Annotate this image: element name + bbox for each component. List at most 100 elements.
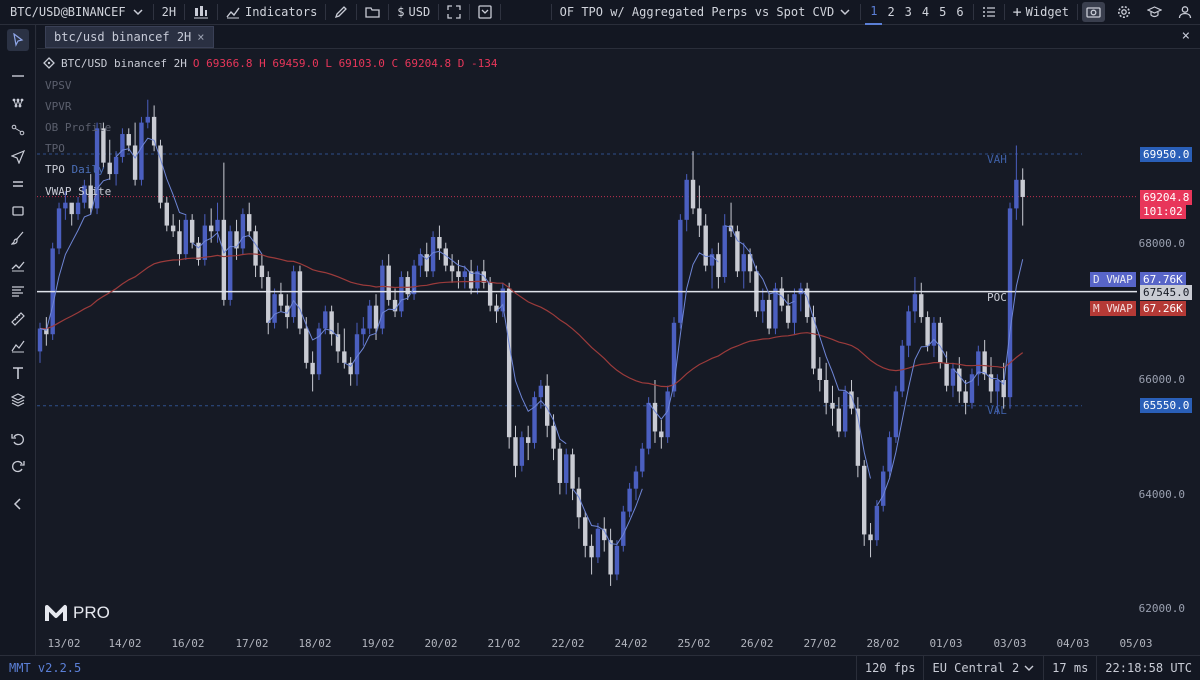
- candle-body: [1020, 179, 1025, 197]
- horizontal-line-tool[interactable]: [7, 65, 29, 87]
- chevron-down-icon: [840, 9, 850, 16]
- interval-selector[interactable]: 2H: [154, 0, 184, 25]
- candle-body: [373, 305, 379, 329]
- education-button[interactable]: [1139, 0, 1170, 25]
- redo-button[interactable]: [7, 455, 29, 477]
- save-button[interactable]: [470, 0, 500, 25]
- currency-selector[interactable]: $ USD: [389, 0, 438, 25]
- layers-tool[interactable]: [7, 389, 29, 411]
- indicator-ob-profile[interactable]: OB Profile: [45, 121, 111, 134]
- candle-body: [183, 219, 189, 255]
- layout-2[interactable]: 2: [882, 0, 899, 25]
- time-axis-label: 16/02: [171, 637, 205, 650]
- indicator-vpsv[interactable]: VPSV: [45, 79, 72, 92]
- indicator-vwap-suite[interactable]: VWAP Suite: [45, 185, 111, 198]
- close-tab-icon[interactable]: ×: [197, 30, 204, 44]
- settings-button[interactable]: [1109, 0, 1139, 25]
- candle-body: [836, 408, 842, 432]
- cursor-tool[interactable]: [7, 29, 29, 51]
- candle-body: [931, 322, 937, 346]
- time-axis-label: 03/03: [993, 637, 1027, 650]
- candle-body: [525, 437, 531, 443]
- brush-tool[interactable]: [7, 227, 29, 249]
- layout-4[interactable]: 4: [917, 0, 934, 25]
- layout-5[interactable]: 5: [934, 0, 951, 25]
- candle-body: [228, 231, 233, 300]
- candle-body: [139, 122, 144, 180]
- text-tool[interactable]: [7, 362, 29, 384]
- time-axis-label: 19/02: [361, 637, 395, 650]
- time-axis-label: 14/02: [108, 637, 142, 650]
- nodes-tool[interactable]: [7, 92, 29, 114]
- top-toolbar: BTC/USD@BINANCEF 2H Indicators $ USD OF …: [0, 0, 1200, 25]
- parallel-lines-tool[interactable]: [7, 173, 29, 195]
- candle-body: [595, 528, 601, 558]
- indicator-vpvr[interactable]: VPVR: [45, 100, 72, 113]
- low-label: L: [325, 56, 332, 70]
- region-selector[interactable]: EU Central 2: [923, 655, 1043, 680]
- candle-body: [1007, 208, 1013, 398]
- diamond-logo-icon: [43, 57, 55, 69]
- close-window-icon[interactable]: ×: [1182, 28, 1190, 44]
- time-axis-label: 24/02: [614, 637, 648, 650]
- candle-body: [386, 265, 391, 300]
- layout-1[interactable]: 1: [865, 0, 883, 25]
- time-axis-label: 13/02: [47, 637, 81, 650]
- vah-label: VAH: [987, 153, 1007, 166]
- time-axis-label: 27/02: [803, 637, 837, 650]
- arrow-tool[interactable]: [7, 146, 29, 168]
- ohlc-line: BTC/USD binancef 2H O 69366.8 H 69459.0 …: [43, 56, 498, 70]
- close-value: 69204.8: [404, 56, 452, 70]
- price-chart[interactable]: [37, 50, 1200, 655]
- indicator-tpo[interactable]: TPO: [45, 142, 65, 155]
- time-axis-label: 22/02: [551, 637, 585, 650]
- chart-area[interactable]: BTC/USD binancef 2H O 69366.8 H 69459.0 …: [37, 50, 1200, 655]
- candle-body: [361, 328, 366, 335]
- trend-line-tool[interactable]: [7, 119, 29, 141]
- candle-body: [722, 225, 727, 278]
- fibonacci-icon: [12, 286, 24, 297]
- candle-body: [912, 294, 918, 312]
- time-axis-label: 26/02: [740, 637, 774, 650]
- symbol-selector[interactable]: BTC/USD@BINANCEF: [0, 0, 153, 25]
- candle-body: [221, 219, 227, 300]
- indicator-tpo-daily[interactable]: TPO Daily: [45, 163, 105, 176]
- user-button[interactable]: [1170, 0, 1200, 25]
- camera-icon: [1086, 7, 1101, 18]
- forecast-tool[interactable]: [7, 335, 29, 357]
- collapse-toolbar-button[interactable]: [7, 493, 29, 515]
- change-label: D: [457, 56, 465, 70]
- fullscreen-button[interactable]: [439, 0, 469, 25]
- time-axis-label: 25/02: [677, 637, 711, 650]
- rectangle-tool[interactable]: [7, 200, 29, 222]
- logo-pro-text: PRO: [73, 603, 110, 622]
- candle-body: [785, 305, 791, 323]
- undo-button[interactable]: [7, 428, 29, 450]
- indicators-button[interactable]: Indicators: [218, 0, 325, 25]
- candle-body: [310, 362, 315, 375]
- measure-tool[interactable]: [7, 308, 29, 330]
- fib-tool[interactable]: [7, 281, 29, 303]
- chart-tab[interactable]: btc/usd binancef 2H ×: [45, 26, 214, 48]
- layout-3[interactable]: 3: [900, 0, 917, 25]
- candle-body: [69, 202, 74, 215]
- drawing-button[interactable]: [326, 0, 356, 25]
- layout-6[interactable]: 6: [951, 0, 968, 25]
- screenshot-button[interactable]: [1082, 2, 1105, 22]
- candle-body: [982, 351, 987, 375]
- status-bar: MMT v2.2.5 120 fps EU Central 2 17 ms 22…: [0, 655, 1200, 680]
- folder-button[interactable]: [357, 0, 388, 25]
- equals-icon: [13, 181, 23, 187]
- rectangle-icon: [12, 206, 24, 216]
- candle-body: [716, 254, 721, 278]
- chart-type-button[interactable]: [185, 0, 217, 25]
- list-button[interactable]: [974, 0, 1004, 25]
- indicator-tpo-daily-sub: Daily: [71, 163, 105, 176]
- add-widget-button[interactable]: + Widget: [1005, 0, 1077, 25]
- candle-body: [906, 311, 911, 346]
- chart-pattern-tool[interactable]: [7, 254, 29, 276]
- candle-body: [583, 517, 588, 546]
- template-selector[interactable]: OF TPO w/ Aggregated Perps vs Spot CVD: [552, 0, 861, 25]
- template-name: OF TPO w/ Aggregated Perps vs Spot CVD: [559, 5, 835, 19]
- version-label: MMT v2.2.5: [9, 661, 82, 675]
